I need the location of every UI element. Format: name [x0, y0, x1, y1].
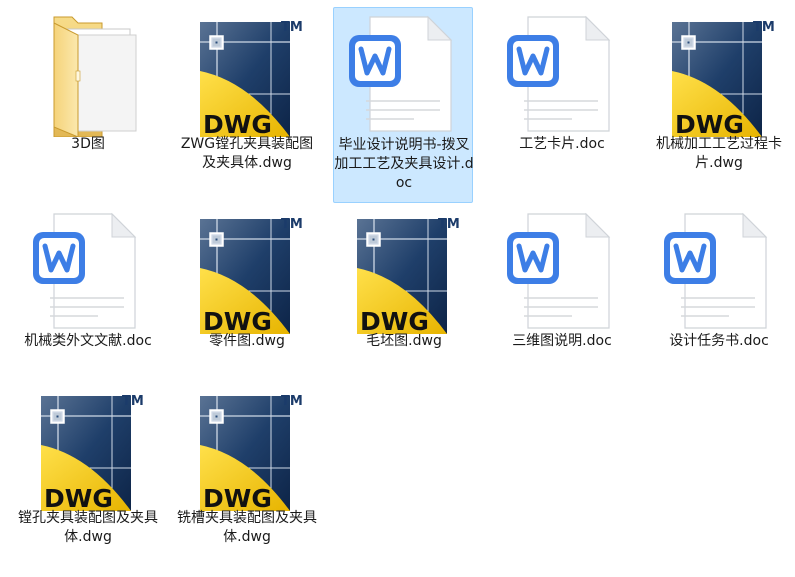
- file-item[interactable]: 毕业设计说明书-拨叉加工工艺及夹具设计.doc: [333, 7, 474, 203]
- file-item[interactable]: DWG TM 零件图.dwg: [176, 201, 316, 395]
- file-name-label: 3D图: [71, 136, 105, 152]
- file-item[interactable]: 3D图: [17, 4, 157, 198]
- word-doc-icon: [18, 206, 158, 334]
- dwg-file-icon: DWG TM: [177, 9, 317, 137]
- file-item[interactable]: DWG TM ZWG镗孔夹具装配图及夹具体.dwg: [176, 4, 316, 198]
- file-item[interactable]: DWG TM 铣槽夹具装配图及夹具体.dwg: [176, 378, 317, 572]
- dwg-file-icon: DWG TM: [177, 383, 317, 511]
- file-name-label: ZWG镗孔夹具装配图及夹具体.dwg: [180, 136, 314, 171]
- word-doc-icon: [649, 206, 789, 334]
- file-name-label: 铣槽夹具装配图及夹具体.dwg: [177, 510, 317, 545]
- file-item[interactable]: 机械类外文文献.doc: [17, 201, 157, 395]
- svg-text:DWG: DWG: [203, 484, 272, 511]
- file-item[interactable]: 工艺卡片.doc: [491, 4, 631, 198]
- word-doc-icon: [492, 206, 632, 334]
- file-item[interactable]: DWG TM 镗孔夹具装配图及夹具体.dwg: [17, 378, 158, 572]
- dwg-file-icon: DWG TM: [18, 383, 158, 511]
- file-name-label: 零件图.dwg: [209, 333, 285, 349]
- svg-text:TM: TM: [753, 20, 775, 35]
- svg-text:DWG: DWG: [203, 307, 272, 334]
- file-name-label: 三维图说明.doc: [512, 333, 612, 349]
- svg-text:TM: TM: [281, 20, 303, 35]
- svg-text:DWG: DWG: [675, 110, 744, 137]
- svg-text:DWG: DWG: [44, 484, 113, 511]
- folder-icon: [18, 9, 158, 137]
- word-doc-icon: [492, 9, 632, 137]
- file-name-label: 机械类外文文献.doc: [24, 333, 152, 349]
- svg-text:DWG: DWG: [360, 307, 429, 334]
- file-item[interactable]: 设计任务书.doc: [648, 201, 788, 395]
- dwg-file-icon: DWG TM: [334, 206, 474, 334]
- file-name-label: 工艺卡片.doc: [519, 136, 605, 152]
- file-name-label: 机械加工工艺过程卡片.dwg: [656, 136, 782, 171]
- svg-text:TM: TM: [122, 394, 144, 409]
- file-item[interactable]: DWG TM 机械加工工艺过程卡片.dwg: [648, 4, 788, 198]
- file-name-label: 镗孔夹具装配图及夹具体.dwg: [18, 510, 158, 545]
- svg-text:TM: TM: [281, 394, 303, 409]
- file-name-label: 设计任务书.doc: [669, 333, 769, 349]
- file-item[interactable]: DWG TM 毛坯图.dwg: [333, 201, 473, 395]
- svg-text:TM: TM: [438, 217, 460, 232]
- svg-text:TM: TM: [281, 217, 303, 232]
- file-name-label: 毛坯图.dwg: [366, 333, 442, 349]
- dwg-file-icon: DWG TM: [649, 9, 789, 137]
- dwg-file-icon: DWG TM: [177, 206, 317, 334]
- file-item[interactable]: 三维图说明.doc: [491, 201, 631, 395]
- svg-text:DWG: DWG: [203, 110, 272, 137]
- file-name-label: 毕业设计说明书-拨叉加工工艺及夹具设计.doc: [334, 137, 474, 191]
- word-doc-icon: [334, 9, 474, 137]
